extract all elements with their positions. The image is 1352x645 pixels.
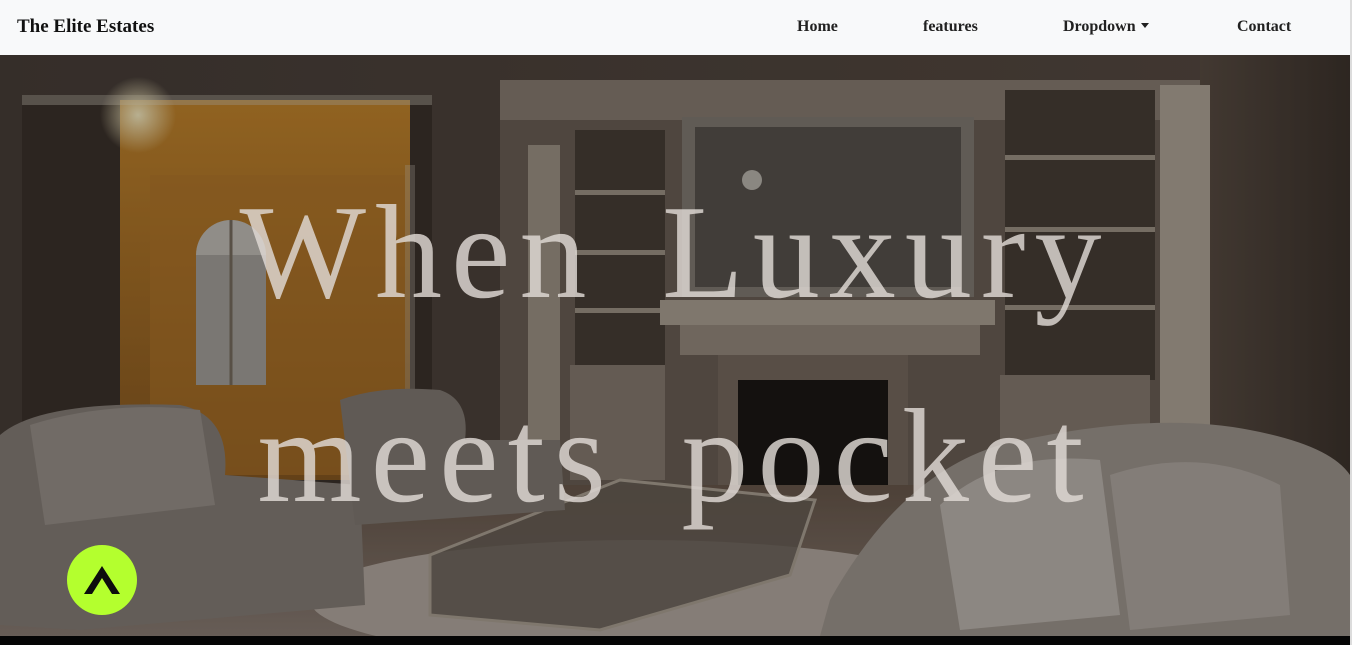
hero-headline: When Luxury meets pocket [0,150,1350,558]
page-bottom-band [0,636,1350,645]
hero-headline-line-1: When Luxury [239,178,1111,326]
hero-headline-line-2: meets pocket [257,382,1093,530]
nav-link-home[interactable]: Home [797,18,838,36]
caret-down-icon [1140,23,1149,28]
chevron-up-icon [84,566,120,594]
back-to-top-button[interactable] [67,545,137,615]
brand-logo[interactable]: The Elite Estates [17,16,154,38]
nav-dropdown-label: Dropdown [1063,18,1136,35]
nav-link-contact[interactable]: Contact [1237,18,1291,36]
hero-section: When Luxury meets pocket [0,55,1350,636]
nav-link-features[interactable]: features [923,18,978,36]
navbar: The Elite Estates Home features Dropdown… [0,0,1350,55]
nav-dropdown-toggle[interactable]: Dropdown [1063,18,1149,36]
